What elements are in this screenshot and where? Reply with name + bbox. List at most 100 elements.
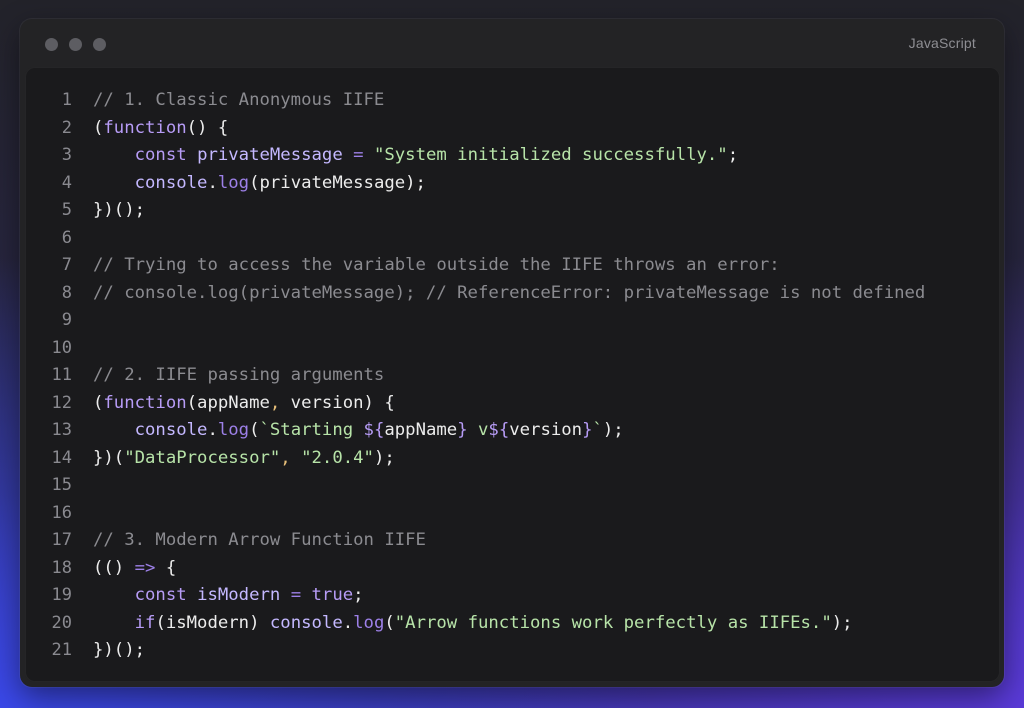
code-token: "2.0.4"	[301, 447, 374, 468]
code-token: log	[217, 172, 250, 193]
code-token: // 1. Classic Anonymous IIFE	[93, 90, 385, 110]
code-token: (privateMessage);	[249, 172, 426, 193]
line-content: if(isModern) console.log("Arrow function…	[93, 610, 853, 638]
line-content: const isModern = true;	[93, 582, 364, 610]
line-number: 2	[61, 117, 72, 138]
line-number: 6	[61, 227, 72, 248]
code-line: 6	[25, 225, 1000, 253]
code-token: ;	[727, 145, 739, 165]
window-close-dot[interactable]	[45, 38, 58, 51]
code-panel[interactable]: 1// 1. Classic Anonymous IIFE 2 (function(…	[25, 67, 1000, 682]
code-token: (	[249, 420, 260, 440]
code-line: 3 const privateMessage = "System initial…	[25, 142, 1000, 170]
code-token: );	[831, 612, 853, 633]
code-token: }	[582, 420, 593, 440]
window-minimize-dot[interactable]	[69, 38, 82, 51]
line-number: 5	[61, 200, 72, 220]
code-line: 12 (function(appName, version) {	[25, 390, 1000, 418]
code-token: })();	[93, 200, 146, 220]
line-number: 20	[51, 612, 72, 633]
code-token: .	[342, 612, 354, 633]
code-token: (	[93, 117, 104, 138]
code-token: ${	[488, 420, 510, 440]
line-content: console.log(privateMessage);	[93, 170, 426, 198]
line-number: 3	[61, 145, 72, 165]
code-token: );	[373, 447, 395, 468]
code-token: const	[134, 585, 187, 605]
code-line: 8 // console.log(privateMessage); // Refe…	[25, 280, 1000, 308]
title-bar: JavaScript	[20, 19, 1004, 67]
code-line: 4 console.log(privateMessage);	[25, 170, 1000, 198]
code-token: privateMessage	[197, 145, 343, 165]
code-token: .	[207, 172, 218, 193]
code-token: // 2. IIFE passing arguments	[93, 365, 385, 385]
code-line: 15	[25, 472, 1000, 500]
window-maximize-dot[interactable]	[93, 38, 106, 51]
code-token: ;	[353, 585, 364, 605]
line-number: 10	[51, 337, 72, 358]
code-token: log	[353, 612, 385, 633]
line-number: 19	[51, 585, 72, 605]
line-number: 18	[51, 557, 72, 578]
line-number: 17	[51, 530, 72, 550]
code-line: 10	[25, 335, 1000, 363]
line-content: })("DataProcessor", "2.0.4");	[93, 445, 395, 473]
line-number: 9	[61, 310, 72, 330]
line-content: const privateMessage = "System initializ…	[93, 142, 738, 170]
line-content: })();	[93, 637, 145, 665]
line-number: 12	[51, 392, 72, 413]
code-token: "Arrow functions work perfectly as IIFEs…	[394, 612, 832, 633]
code-token: const	[134, 145, 187, 165]
line-content: console.log(`Starting ${appName} v${vers…	[93, 417, 624, 445]
line-number: 11	[51, 365, 72, 385]
line-number: 4	[61, 172, 72, 193]
code-token: `	[592, 420, 603, 440]
code-token: ,	[280, 447, 291, 468]
code-token: log	[217, 420, 250, 440]
code-token: {	[155, 557, 177, 578]
code-token: appName	[384, 420, 458, 440]
code-line: 17 // 3. Modern Arrow Function IIFE	[25, 527, 1000, 555]
line-content: // console.log(privateMessage); // Refer…	[93, 280, 925, 308]
code-token: .	[207, 420, 218, 440]
code-token: "System initialized successfully."	[373, 145, 728, 165]
code-token: function	[103, 392, 187, 413]
code-token: }	[457, 420, 468, 440]
line-content: // Trying to access the variable outside…	[93, 252, 780, 280]
line-content: (function(appName, version) {	[93, 390, 395, 418]
line-content: (function() {	[93, 115, 228, 143]
code-line: 13 console.log(`Starting ${appName} v${v…	[25, 417, 1000, 445]
code-token: );	[602, 420, 624, 440]
line-number: 1	[61, 90, 72, 110]
code-token: version) {	[280, 392, 395, 413]
code-line: 21})();	[25, 637, 1000, 665]
code-line: 19 const isModern = true;	[25, 582, 1000, 610]
code-token: (()	[93, 557, 135, 578]
code-line: 18 (() => {	[25, 555, 1000, 583]
code-line: 9	[25, 307, 1000, 335]
code-token: =>	[134, 557, 156, 578]
code-line: 14 })("DataProcessor", "2.0.4");	[25, 445, 1000, 473]
line-number: 14	[51, 447, 72, 468]
code-line: 11 // 2. IIFE passing arguments	[25, 362, 1000, 390]
code-line: 7 // Trying to access the variable outsid…	[25, 252, 1000, 280]
line-content: })();	[93, 197, 145, 225]
code-editor-window: JavaScript 1 // 1. Classic Anonymous IIFE…	[20, 19, 1004, 687]
code-token: (appName	[186, 392, 270, 413]
code-token: })();	[93, 640, 146, 660]
code-token: version	[509, 420, 583, 440]
code-token: // Trying to access the variable outside…	[93, 255, 780, 275]
line-number: 16	[51, 502, 72, 523]
code-token: =	[290, 585, 302, 605]
line-number: 7	[61, 255, 72, 275]
code-line: 20 if(isModern) console.log("Arrow funct…	[25, 610, 1000, 638]
code-token: (isModern)	[155, 612, 270, 633]
